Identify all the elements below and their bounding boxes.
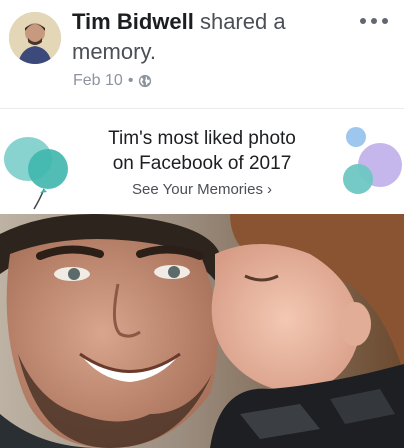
post-headline: Tim Bidwell shared a memory. [72, 7, 352, 67]
globe-icon[interactable] [138, 74, 152, 88]
post-meta: Feb 10 • [73, 70, 152, 92]
more-options-dot [360, 18, 366, 24]
memory-name: Tim [108, 128, 140, 149]
more-options-dot [382, 18, 388, 24]
memory-title-rest: 's most liked photo [139, 128, 296, 149]
post-date[interactable]: Feb 10 [73, 72, 123, 90]
memory-banner[interactable]: Tim's most liked photo on Facebook of 20… [0, 108, 404, 215]
author-name[interactable]: Tim Bidwell [72, 9, 194, 34]
chevron-right-icon: › [266, 181, 272, 198]
author-avatar[interactable] [9, 12, 61, 64]
post-header: Tim Bidwell shared a memory. Feb 10 • [0, 0, 404, 108]
memory-photo[interactable] [0, 214, 404, 448]
more-options-button[interactable] [360, 14, 388, 28]
meta-separator: • [127, 72, 134, 89]
more-options-dot [371, 18, 377, 24]
bubbles-illustration [343, 127, 402, 194]
action-text-2: memory. [72, 39, 156, 64]
see-memories-label: See Your Memories [132, 181, 263, 198]
action-text: shared a [193, 9, 286, 34]
